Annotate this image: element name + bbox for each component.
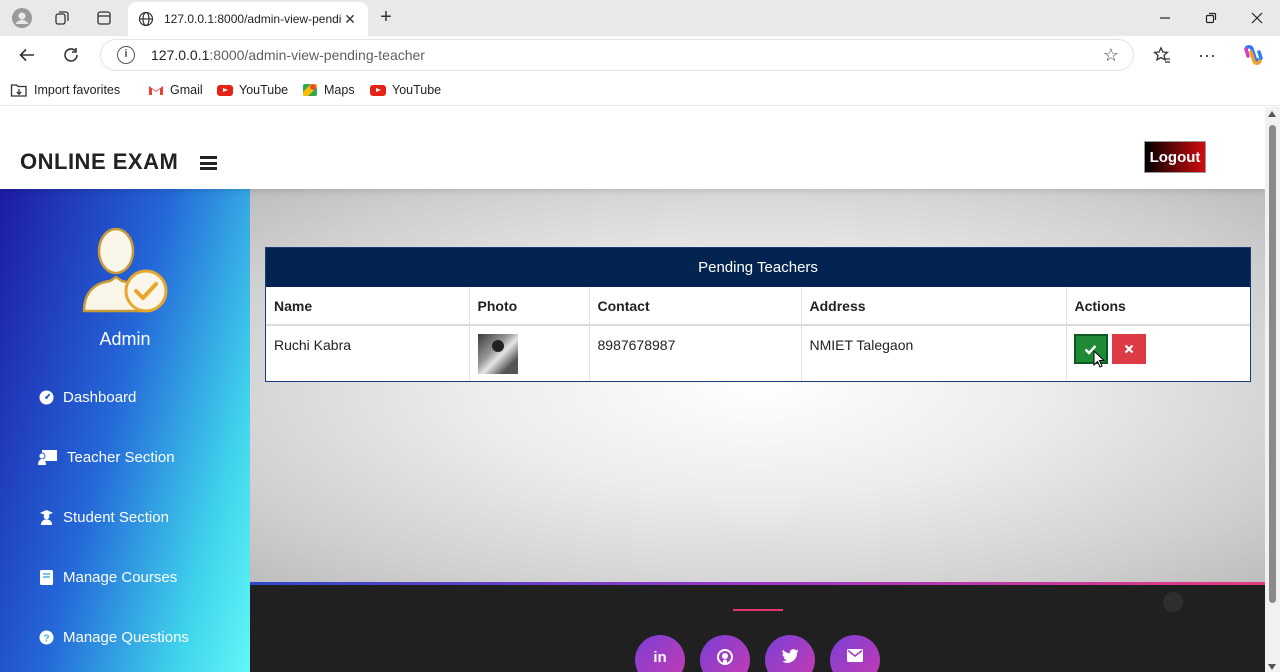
- admin-avatar-icon: [82, 227, 168, 313]
- close-icon: [1124, 344, 1133, 354]
- youtube-icon: [370, 84, 386, 96]
- footer-decoration: [1163, 592, 1183, 612]
- reload-icon[interactable]: [58, 43, 84, 67]
- question-icon: ?: [38, 629, 54, 645]
- card-title: Pending Teachers: [266, 248, 1250, 287]
- nav-label: Student Section: [63, 508, 169, 526]
- book-icon: [38, 569, 54, 585]
- svg-text:?: ?: [43, 633, 49, 644]
- teacher-address: NMIET Talegaon: [801, 325, 1067, 381]
- teacher-icon: [38, 449, 58, 465]
- nav-item-manage-questions[interactable]: ? Manage Questions: [38, 626, 189, 648]
- page-viewport: ONLINE EXAM Logout Admin Dashboard Teach…: [0, 107, 1265, 672]
- workspaces-icon[interactable]: [50, 6, 74, 30]
- bookmarks-bar: Import favorites Gmail YouTube Maps YouT…: [0, 74, 1280, 106]
- back-icon[interactable]: [14, 43, 40, 67]
- mail-icon: [847, 649, 863, 662]
- logout-button[interactable]: Logout: [1144, 141, 1206, 173]
- new-tab-button[interactable]: +: [374, 6, 398, 30]
- scroll-down-arrow-icon[interactable]: [1268, 664, 1276, 670]
- main-content: Pending Teachers Name Photo Contact Addr…: [250, 189, 1265, 582]
- nav-item-teacher-section[interactable]: Teacher Section: [38, 446, 175, 468]
- bookmark-youtube-2[interactable]: YouTube: [370, 80, 441, 100]
- maps-icon: [303, 84, 317, 96]
- bookmark-maps[interactable]: Maps: [302, 80, 355, 100]
- column-header: Address: [801, 287, 1067, 326]
- import-folder-icon: [10, 84, 27, 97]
- bookmark-import-favorites[interactable]: Import favorites: [10, 80, 120, 100]
- bookmark-label: Gmail: [170, 83, 203, 97]
- nav-label: Teacher Section: [67, 448, 175, 466]
- nav-item-manage-courses[interactable]: Manage Courses: [38, 566, 177, 588]
- youtube-icon: [217, 84, 233, 96]
- url-path: :8000/admin-view-pending-teacher: [209, 47, 425, 63]
- close-window-button[interactable]: [1234, 0, 1280, 36]
- twitter-icon: [781, 649, 798, 663]
- gmail-icon: [149, 86, 163, 95]
- favorite-star-icon[interactable]: ☆: [1103, 45, 1119, 66]
- bookmark-youtube[interactable]: YouTube: [217, 80, 288, 100]
- twitter-button[interactable]: [765, 635, 815, 672]
- nav-item-student-section[interactable]: Student Section: [38, 506, 169, 528]
- teacher-contact: 8987678987: [589, 325, 802, 381]
- bookmark-label: YouTube: [239, 83, 289, 97]
- hamburger-menu-icon[interactable]: [200, 156, 217, 170]
- globe-icon: [138, 11, 154, 27]
- sidebar: Admin Dashboard Teacher Section Student …: [0, 189, 250, 672]
- active-tab[interactable]: 127.0.0.1:8000/admin-view-pendi ✕: [128, 2, 368, 36]
- copilot-icon[interactable]: [1240, 43, 1266, 67]
- nav-label: Manage Courses: [63, 568, 178, 586]
- column-header: Contact: [589, 287, 802, 326]
- site-header: ONLINE EXAM Logout: [0, 107, 1265, 189]
- linkedin-button[interactable]: in: [635, 635, 685, 672]
- site-footer: in: [250, 582, 1265, 672]
- bookmark-label: YouTube: [392, 83, 442, 97]
- teacher-name: Ruchi Kabra: [266, 325, 470, 381]
- github-icon: [717, 649, 733, 665]
- teacher-photo: [477, 334, 518, 374]
- photo-cell: [469, 325, 590, 381]
- dashboard-icon: [38, 389, 54, 405]
- minimize-button[interactable]: [1142, 0, 1188, 36]
- mail-button[interactable]: [830, 635, 880, 672]
- nav-label: Dashboard: [63, 388, 137, 406]
- bookmark-label: Import favorites: [34, 83, 121, 97]
- site-info-icon[interactable]: i: [117, 46, 135, 64]
- favorites-icon[interactable]: [1149, 43, 1175, 67]
- address-bar-row: i 127.0.0.1 :8000/admin-view-pending-tea…: [0, 36, 1280, 74]
- page-scrollbar[interactable]: [1265, 107, 1280, 672]
- linkedin-icon: in: [653, 649, 667, 666]
- tab-title: 127.0.0.1:8000/admin-view-pendi: [164, 12, 342, 26]
- column-header: Name: [266, 287, 470, 326]
- nav-item-dashboard[interactable]: Dashboard: [38, 386, 136, 408]
- url-host: 127.0.0.1: [151, 47, 210, 63]
- url-field[interactable]: i 127.0.0.1 :8000/admin-view-pending-tea…: [100, 39, 1134, 71]
- column-header: Actions: [1066, 287, 1250, 326]
- footer-divider: [733, 609, 783, 611]
- reject-button[interactable]: [1111, 334, 1146, 364]
- scroll-up-arrow-icon[interactable]: [1268, 111, 1276, 117]
- mouse-cursor-icon: [1093, 350, 1105, 368]
- nav-label: Manage Questions: [63, 628, 189, 646]
- site-brand: ONLINE EXAM: [20, 149, 179, 174]
- github-button[interactable]: [700, 635, 750, 672]
- browser-tab-bar: 127.0.0.1:8000/admin-view-pendi ✕ +: [0, 0, 1280, 36]
- scrollbar-thumb[interactable]: [1269, 125, 1276, 603]
- profile-icon[interactable]: [10, 6, 34, 30]
- tab-actions-icon[interactable]: [92, 6, 116, 30]
- bookmark-gmail[interactable]: Gmail: [148, 80, 203, 100]
- student-icon: [38, 509, 54, 525]
- restore-button[interactable]: [1188, 0, 1234, 36]
- admin-name: Admin: [99, 329, 151, 349]
- column-header: Photo: [469, 287, 590, 326]
- close-tab-icon[interactable]: ✕: [342, 11, 358, 28]
- bookmark-label: Maps: [324, 83, 355, 97]
- more-options-icon[interactable]: ···: [1194, 43, 1220, 67]
- table-header-row: Name Photo Contact Address Actions: [266, 287, 1250, 326]
